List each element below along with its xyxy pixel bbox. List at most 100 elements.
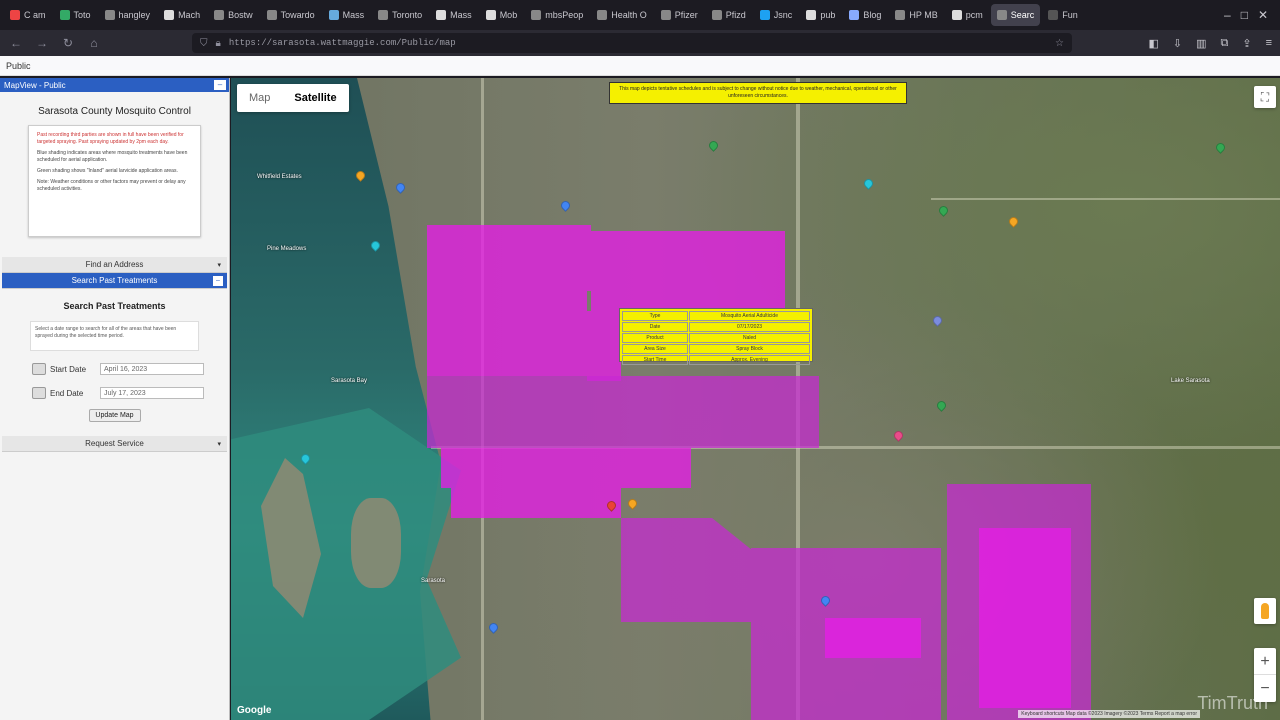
shield-icon: ⛉ (200, 37, 208, 49)
spray-zone[interactable] (427, 225, 591, 291)
tab-favicon-icon (711, 10, 722, 20)
share-icon[interactable]: ⇪ (1242, 37, 1251, 50)
back-icon[interactable]: ← (8, 36, 24, 50)
update-map-button[interactable]: Update Map (88, 409, 141, 422)
downloads-icon[interactable]: ⇩ (1173, 37, 1182, 50)
browser-tab[interactable]: Health O (591, 4, 653, 26)
fullscreen-icon[interactable]: ⛶ (1254, 86, 1276, 108)
browser-tab[interactable]: mbsPeop (525, 4, 589, 26)
map-type-satellite-button[interactable]: Satellite (282, 84, 348, 112)
spray-zone[interactable] (621, 518, 751, 622)
spray-zone[interactable] (825, 618, 921, 658)
browser-tab[interactable]: Mach (158, 4, 206, 26)
island (351, 498, 401, 588)
minimize-icon[interactable]: – (1224, 8, 1231, 22)
browser-tab[interactable]: Mob (480, 4, 524, 26)
street-view-pegman-icon[interactable] (1254, 598, 1276, 624)
browser-tab[interactable]: Mass (430, 4, 478, 26)
home-icon[interactable]: ⌂ (86, 36, 102, 50)
map-pin-icon[interactable] (935, 399, 948, 412)
spray-zone[interactable] (591, 231, 785, 311)
calendar-icon[interactable] (32, 363, 46, 375)
browser-tab[interactable]: pub (800, 4, 841, 26)
map-pin-icon[interactable] (394, 181, 407, 194)
browser-tab[interactable]: Searc (990, 4, 1041, 26)
map-attribution[interactable]: Keyboard shortcuts Map data ©2023 Imager… (1018, 710, 1200, 718)
accordion-label: Request Service (85, 439, 144, 448)
browser-tab[interactable]: Fun (1042, 4, 1084, 26)
map-pin-icon[interactable] (892, 429, 905, 442)
request-service-accordion[interactable]: Request Service ▾ (2, 436, 227, 452)
map-pin-icon[interactable] (487, 621, 500, 634)
panel-title: MapView - Public (4, 80, 66, 90)
map-pin-icon[interactable] (931, 314, 944, 327)
accordion-label: Search Past Treatments (71, 276, 158, 285)
end-date-field[interactable]: July 17, 2023 (100, 387, 204, 399)
satellite-map[interactable]: Whitfield Estates Pine Meadows Sarasota … (231, 78, 1280, 720)
tab-favicon-icon (759, 10, 770, 20)
map-pin-icon[interactable] (937, 204, 950, 217)
spray-zone[interactable] (451, 488, 621, 518)
map-type-map-button[interactable]: Map (237, 84, 282, 112)
map-pin-icon[interactable] (1007, 215, 1020, 228)
browser-tab[interactable]: Toronto (372, 4, 428, 26)
browser-tab[interactable]: Toto (54, 4, 97, 26)
pocket-icon[interactable]: ◧ (1148, 37, 1158, 50)
map-pin-icon[interactable] (1214, 141, 1227, 154)
forward-icon[interactable]: → (34, 36, 50, 50)
zoom-in-button[interactable]: + (1254, 648, 1276, 675)
tab-label: Mass (342, 10, 365, 20)
spray-zone[interactable] (441, 448, 691, 488)
browser-tab[interactable]: HP MB (889, 4, 943, 26)
maximize-icon[interactable]: □ (1241, 8, 1248, 22)
bookmark-item[interactable]: Public (6, 61, 31, 71)
browser-tab[interactable]: pcm (946, 4, 989, 26)
browser-tab[interactable]: Blog (843, 4, 887, 26)
search-past-accordion[interactable]: Search Past Treatments – (2, 273, 227, 289)
side-panel: MapView - Public – Sarasota County Mosqu… (0, 78, 230, 720)
browser-tab[interactable]: Jsnc (754, 4, 799, 26)
notice-line: Past recording third parties are shown i… (37, 132, 184, 145)
tab-label: hangley (118, 10, 151, 20)
treatment-info-popup[interactable]: Type Mosquito Aerial Adulticide Date 07/17/… (619, 308, 813, 365)
panel-minimize-button[interactable]: – (214, 80, 226, 90)
tab-favicon-icon (104, 10, 115, 20)
tab-favicon-icon (10, 10, 20, 20)
close-icon[interactable]: ✕ (1258, 8, 1268, 22)
tab-favicon-icon (1048, 10, 1059, 20)
tab-favicon-icon (660, 10, 671, 20)
url-bar[interactable]: ⛉ 🔒︎ https://sarasota.wattmaggie.com/Pub… (192, 33, 1072, 53)
browser-tab[interactable]: hangley (99, 4, 157, 26)
tab-label: Mob (499, 10, 518, 20)
map-place-label: Sarasota (421, 578, 446, 584)
browser-tab[interactable]: Mass (323, 4, 371, 26)
spray-zone[interactable] (427, 376, 819, 448)
tab-label: Mach (178, 10, 201, 20)
browser-tab[interactable]: Bostw (208, 4, 259, 26)
browser-tab[interactable]: Towardo (261, 4, 321, 26)
browser-tab[interactable]: Pfizd (706, 4, 752, 26)
map-place-label: Pine Meadows (267, 246, 307, 252)
map-pin-icon[interactable] (626, 497, 639, 510)
reload-icon[interactable]: ↻ (60, 36, 76, 50)
end-date-row: End Date July 17, 2023 (32, 387, 229, 399)
map-pin-icon[interactable] (559, 199, 572, 212)
find-address-accordion[interactable]: Find an Address ▾ (2, 257, 227, 273)
map-pin-icon[interactable] (707, 139, 720, 152)
library-icon[interactable]: ▥ (1196, 37, 1206, 50)
bookmark-star-icon[interactable]: ☆ (1055, 38, 1064, 49)
start-date-field[interactable]: April 16, 2023 (100, 363, 204, 375)
spray-zone[interactable] (427, 291, 587, 376)
legend-notice: Past recording third parties are shown i… (28, 125, 201, 237)
map-pin-icon[interactable] (862, 177, 875, 190)
browser-tab[interactable]: Pfizer (655, 4, 704, 26)
calendar-icon[interactable] (32, 387, 46, 399)
spray-zone[interactable] (979, 528, 1071, 708)
spray-zone[interactable] (587, 311, 621, 381)
start-date-label: Start Date (50, 364, 87, 374)
extension-icon[interactable]: ⧉ (1221, 37, 1229, 50)
browser-tab[interactable]: C am (4, 4, 52, 26)
tab-favicon-icon (996, 10, 1007, 20)
menu-icon[interactable]: ≡ (1266, 37, 1272, 50)
chevron-down-icon: ▾ (217, 261, 221, 269)
